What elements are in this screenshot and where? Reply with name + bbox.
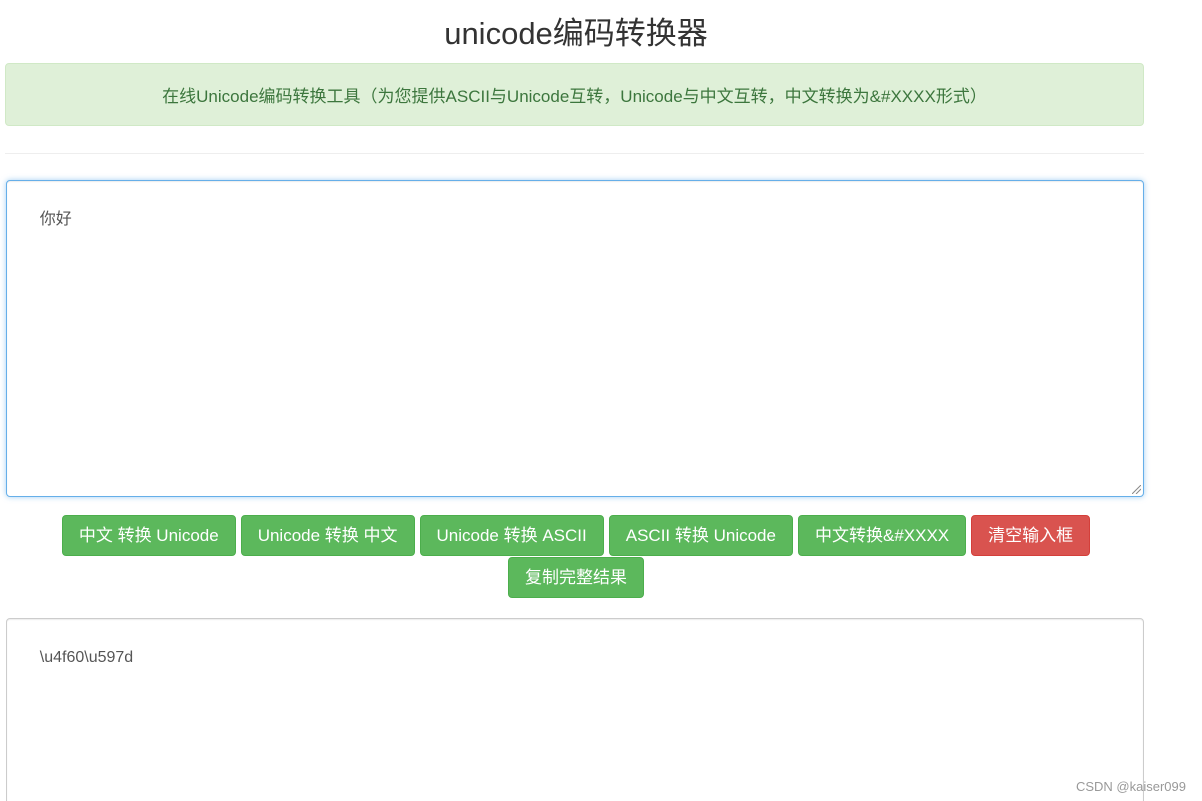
watermark: CSDN @kaiser099 xyxy=(1075,779,1186,794)
ascii-to-unicode-button[interactable]: ASCII 转换 Unicode xyxy=(608,515,793,556)
unicode-to-ascii-button[interactable]: Unicode 转换 ASCII xyxy=(419,515,604,556)
intro-text: 在线Unicode编码转换工具（为您提供ASCII与Unicode互转，Unic… xyxy=(162,87,987,106)
chinese-to-entity-button[interactable]: 中文转换&#XXXX xyxy=(797,515,967,556)
output-text: \u4f60\u597d xyxy=(39,649,134,666)
resize-grip-icon[interactable] xyxy=(1132,485,1141,494)
action-buttons: 中文 转换 Unicode Unicode 转换 中文 Unicode 转换 ASC… xyxy=(0,515,1152,599)
intro-alert: 在线Unicode编码转换工具（为您提供ASCII与Unicode互转，Unic… xyxy=(5,63,1144,126)
clear-input-button[interactable]: 清空输入框 xyxy=(971,515,1091,556)
page-title: unicode编码转换器 xyxy=(444,16,708,51)
chinese-to-unicode-button[interactable]: 中文 转换 Unicode xyxy=(61,515,236,556)
copy-result-button[interactable]: 复制完整结果 xyxy=(508,557,644,598)
divider xyxy=(5,153,1144,154)
output-textarea[interactable]: \u4f60\u597d xyxy=(6,618,1144,801)
input-text: 你好 xyxy=(39,211,72,228)
unicode-to-chinese-button[interactable]: Unicode 转换 中文 xyxy=(240,515,415,556)
input-textarea[interactable]: 你好 xyxy=(6,180,1144,497)
unicode-converter-page: unicode编码转换器 在线Unicode编码转换工具（为您提供ASCII与U… xyxy=(0,0,1202,801)
